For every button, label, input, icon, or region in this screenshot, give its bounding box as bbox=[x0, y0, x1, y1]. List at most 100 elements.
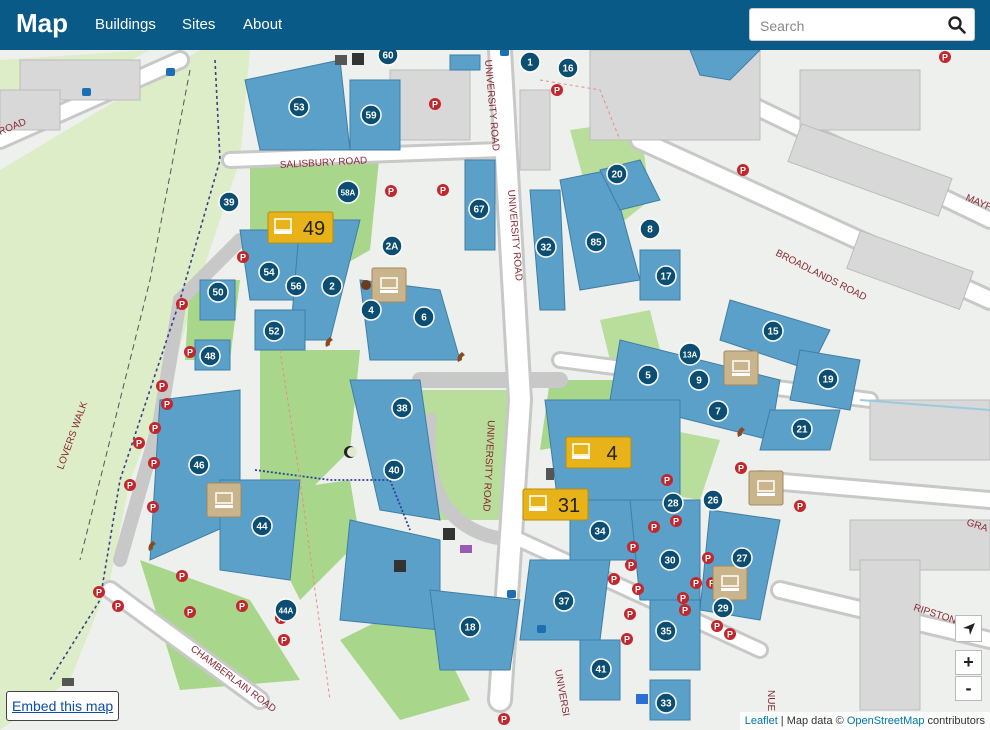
parking-icon: P bbox=[385, 185, 397, 197]
computer-availability-badge[interactable]: 4 bbox=[565, 436, 632, 469]
leaflet-link[interactable]: Leaflet bbox=[745, 715, 778, 727]
nav-sites[interactable]: Sites bbox=[182, 16, 215, 33]
attribution-tail: contributors bbox=[924, 715, 985, 727]
parking-icon: P bbox=[661, 474, 673, 486]
building-marker[interactable]: 38 bbox=[391, 397, 413, 419]
building-marker[interactable]: 56 bbox=[285, 275, 307, 297]
computer-room-icon[interactable] bbox=[723, 350, 759, 386]
computer-room-icon[interactable] bbox=[371, 267, 407, 303]
nav-buildings[interactable]: Buildings bbox=[95, 16, 156, 33]
computer-count: 49 bbox=[303, 218, 325, 240]
building-marker[interactable]: 67 bbox=[468, 198, 490, 220]
building-marker-label: 53 bbox=[293, 103, 305, 114]
building-marker[interactable]: 48 bbox=[199, 345, 221, 367]
bus-stop-icon bbox=[500, 50, 509, 56]
building-marker[interactable]: 2A bbox=[381, 235, 403, 257]
building-marker-label: 34 bbox=[594, 527, 606, 538]
building-marker[interactable]: 5 bbox=[637, 364, 659, 386]
parking-icon: P bbox=[939, 51, 951, 63]
building-marker-label: 39 bbox=[223, 198, 235, 209]
building-marker[interactable]: 2 bbox=[321, 275, 343, 297]
svg-text:P: P bbox=[164, 400, 170, 410]
building-marker[interactable]: 46 bbox=[188, 454, 210, 476]
building-marker-label: 30 bbox=[664, 556, 676, 567]
building-marker[interactable]: 30 bbox=[659, 549, 681, 571]
building-marker[interactable]: 9 bbox=[688, 369, 710, 391]
atm-icon bbox=[394, 560, 406, 572]
parking-icon: P bbox=[112, 600, 124, 612]
building-marker[interactable]: 21 bbox=[791, 418, 813, 440]
building-marker[interactable]: 60 bbox=[377, 50, 399, 66]
svg-text:P: P bbox=[680, 594, 686, 604]
building-marker[interactable]: 16 bbox=[557, 57, 579, 79]
svg-text:P: P bbox=[705, 554, 711, 564]
building-marker[interactable]: 17 bbox=[655, 265, 677, 287]
building-marker[interactable]: 40 bbox=[383, 459, 405, 481]
building-marker[interactable]: 85 bbox=[585, 231, 607, 253]
building-marker[interactable]: 7 bbox=[707, 400, 729, 422]
building-marker[interactable]: 1 bbox=[519, 51, 541, 73]
svg-text:P: P bbox=[151, 459, 157, 469]
building-marker[interactable]: 19 bbox=[817, 368, 839, 390]
computer-availability-badge[interactable]: 31 bbox=[522, 488, 589, 521]
building-marker-label: 9 bbox=[696, 376, 702, 387]
building-marker[interactable]: 18 bbox=[459, 616, 481, 638]
computer-availability-badge[interactable]: 49 bbox=[267, 211, 334, 244]
parking-icon: P bbox=[551, 84, 563, 96]
embed-map-link[interactable]: Embed this map bbox=[6, 691, 120, 721]
locate-button[interactable] bbox=[955, 615, 982, 642]
svg-text:P: P bbox=[388, 187, 394, 197]
zoom-out-button[interactable]: - bbox=[955, 676, 982, 701]
building-marker-label: 85 bbox=[590, 238, 602, 249]
mail-icon bbox=[335, 55, 347, 65]
building-marker[interactable]: 32 bbox=[535, 236, 557, 258]
zoom-in-button[interactable]: + bbox=[955, 650, 982, 675]
osm-link[interactable]: OpenStreetMap bbox=[847, 715, 925, 727]
building-marker[interactable]: 59 bbox=[360, 104, 382, 126]
building-marker[interactable]: 6 bbox=[413, 306, 435, 328]
shop-icon bbox=[460, 545, 472, 553]
building-marker[interactable]: 37 bbox=[553, 590, 575, 612]
building-marker[interactable]: 8 bbox=[639, 218, 661, 240]
parking-icon: P bbox=[621, 633, 633, 645]
building-marker[interactable]: 15 bbox=[762, 320, 784, 342]
building-marker[interactable]: 44 bbox=[251, 515, 273, 537]
building-marker[interactable]: 58A bbox=[336, 180, 360, 204]
parking-icon: P bbox=[702, 552, 714, 564]
computer-room-icon[interactable] bbox=[748, 470, 784, 506]
nav-about[interactable]: About bbox=[243, 16, 282, 33]
building-marker[interactable]: 53 bbox=[288, 96, 310, 118]
building-marker[interactable]: 52 bbox=[263, 320, 285, 342]
cafe-icon bbox=[361, 280, 371, 290]
building-marker[interactable]: 27 bbox=[731, 547, 753, 569]
computer-room-icon[interactable] bbox=[712, 565, 748, 601]
map-attribution: Leaflet | Map data © OpenStreetMap contr… bbox=[739, 712, 990, 730]
svg-text:P: P bbox=[682, 606, 688, 616]
building-marker[interactable]: 39 bbox=[218, 191, 240, 213]
parking-icon: P bbox=[278, 634, 290, 646]
building-marker[interactable]: 33 bbox=[655, 692, 677, 714]
search-icon[interactable] bbox=[948, 16, 966, 34]
building-marker[interactable]: 4 bbox=[360, 299, 382, 321]
building-marker-label: 44A bbox=[279, 607, 294, 616]
building-marker[interactable]: 44A bbox=[274, 598, 298, 622]
building-marker[interactable]: 35 bbox=[655, 620, 677, 642]
map-svg[interactable]: SALISBURY ROAD UNIVERSITY ROAD UNIVERSIT… bbox=[0, 50, 990, 730]
parking-icon: P bbox=[625, 559, 637, 571]
building-marker[interactable]: 29 bbox=[712, 597, 734, 619]
computer-room-icon[interactable] bbox=[206, 482, 242, 518]
brand-title[interactable]: Map bbox=[16, 8, 68, 39]
building-marker[interactable]: 20 bbox=[606, 163, 628, 185]
building-marker-label: 38 bbox=[396, 404, 408, 415]
building-marker[interactable]: 50 bbox=[207, 281, 229, 303]
building-marker[interactable]: 54 bbox=[258, 261, 280, 283]
building-marker[interactable]: 34 bbox=[589, 520, 611, 542]
bus-stop-icon bbox=[82, 88, 91, 96]
building-marker[interactable]: 28 bbox=[662, 492, 684, 514]
building-marker[interactable]: 41 bbox=[590, 658, 612, 680]
building-marker[interactable]: 13A bbox=[678, 342, 702, 366]
search-input[interactable] bbox=[758, 15, 942, 37]
map-canvas[interactable]: SALISBURY ROAD UNIVERSITY ROAD UNIVERSIT… bbox=[0, 50, 990, 730]
parking-icon: P bbox=[498, 713, 510, 725]
building-marker[interactable]: 26 bbox=[702, 489, 724, 511]
